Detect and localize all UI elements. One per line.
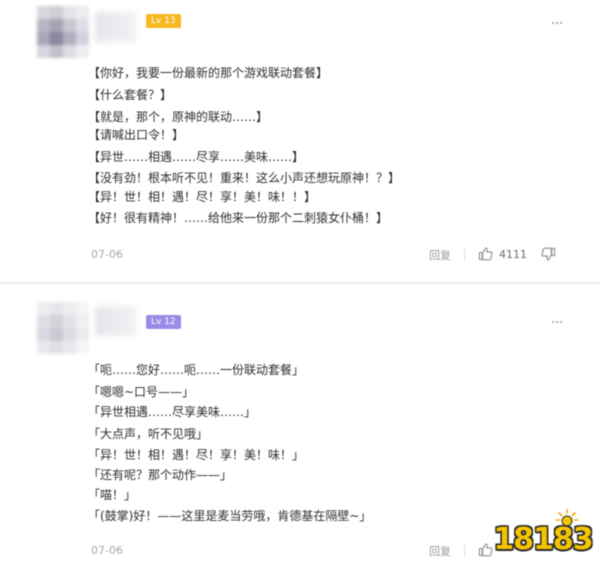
comment-line: 「异世相遇……尽享美味……」 (88, 405, 257, 419)
comment-line: 「呃……您好……呃……一份联动套餐」 (88, 363, 305, 377)
comment-line: 「(鼓掌)好！——这里是麦当劳哦，肯德基在隔壁~」 (88, 509, 372, 523)
comment-card: Lv 13 【你好，我要一份最新的那个游戏联动套餐】 【什么套餐？】 【就是，那… (0, 0, 600, 282)
comment-line: 「嗯嗯~口号——」 (88, 385, 195, 399)
level-badge: Lv 13 (146, 14, 181, 28)
username-blurred[interactable] (95, 306, 137, 336)
comment-line: 【异！世！相！遇！尽！享！美！味！！】 (88, 190, 317, 204)
level-badge: Lv 12 (146, 315, 181, 329)
comment-line: 「大点声，听不见哦」 (88, 427, 209, 441)
reply-button[interactable]: 回复 (429, 543, 451, 559)
divider (464, 544, 465, 557)
comment-list: Lv 13 【你好，我要一份最新的那个游戏联动套餐】 【什么套餐？】 【就是，那… (0, 0, 600, 571)
comment-line: 【就是，那个，原神的联动……】 (88, 110, 269, 124)
username-blurred[interactable] (95, 12, 137, 42)
comment-line: 【什么套餐？】 (88, 88, 173, 102)
comment-line: 【异世……相遇……尽享……美味……】 (88, 150, 305, 164)
divider (464, 248, 465, 261)
avatar[interactable] (37, 6, 89, 58)
comment-line: 「异！世！相！遇！尽！享！美！味！」 (88, 448, 305, 462)
more-dots-icon[interactable] (551, 320, 563, 324)
comment-line: 【你好，我要一份最新的那个游戏联动套餐】 (88, 66, 329, 80)
watermark-logo: 18183 (493, 508, 594, 566)
comment-date: 07-06 (91, 544, 123, 557)
comment-line: 【好！很有精神！……给他来一份那个二刺猿女仆桶！】 (88, 211, 389, 225)
thumb-up-icon[interactable] (478, 542, 493, 557)
thumb-down-icon[interactable] (541, 247, 556, 262)
watermark-text: 18183 (493, 522, 593, 557)
like-count: 4111 (499, 248, 527, 261)
comment-line: 「喵！」 (88, 488, 137, 502)
comment-line: 「还有呢？那个动作——」 (88, 468, 233, 482)
comment-line: 【请喊出口令！】 (88, 128, 185, 142)
reply-button[interactable]: 回复 (429, 247, 451, 263)
thumb-up-icon[interactable] (478, 246, 493, 261)
more-dots-icon[interactable] (551, 21, 563, 25)
comment-date: 07-06 (91, 248, 123, 261)
comment-line: 【没有劲！根本听不见！重来！这么小声还想玩原神！？】 (88, 171, 401, 185)
avatar[interactable] (37, 302, 89, 354)
